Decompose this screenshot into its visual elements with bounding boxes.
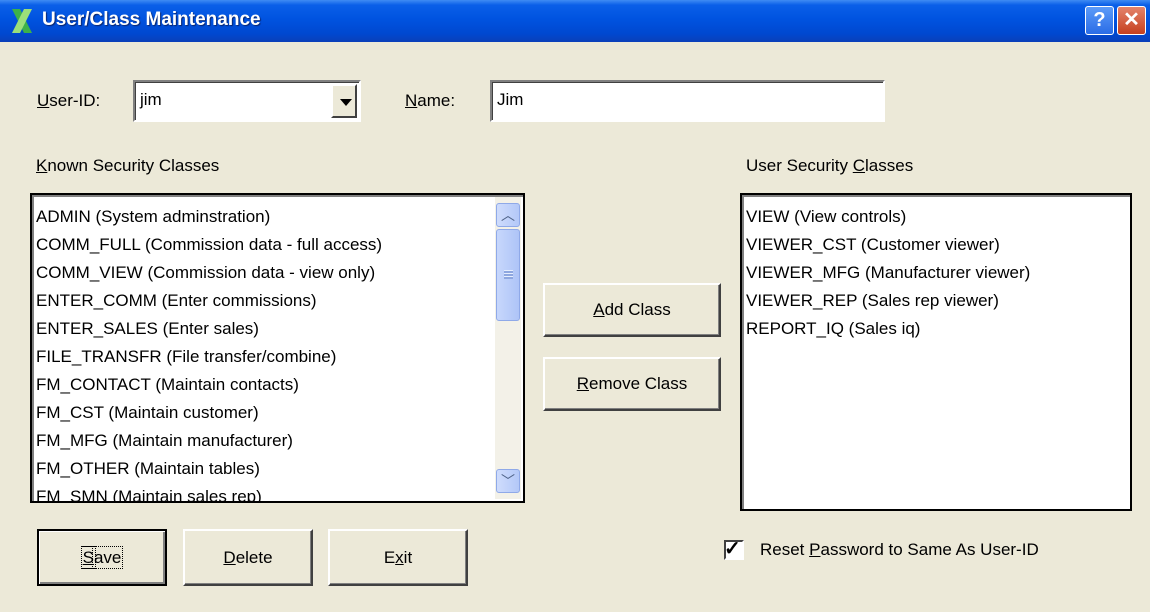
known-classes-list[interactable]: ADMIN (System adminstration) COMM_FULL (C…	[30, 193, 525, 503]
list-item[interactable]: VIEWER_CST (Customer viewer)	[746, 231, 1030, 259]
close-button[interactable]: ✕	[1117, 6, 1146, 35]
dropdown-button[interactable]	[331, 84, 357, 118]
remove-class-button[interactable]: Remove Class	[543, 357, 721, 411]
list-item[interactable]: FM_OTHER (Maintain tables)	[36, 455, 382, 483]
list-item[interactable]: VIEW (View controls)	[746, 203, 1030, 231]
user-id-value: jim	[140, 90, 162, 109]
exit-button[interactable]: Exit	[328, 529, 468, 586]
list-item[interactable]: COMM_FULL (Commission data - full access…	[36, 231, 382, 259]
delete-button[interactable]: Delete	[183, 529, 313, 586]
list-item[interactable]: COMM_VIEW (Commission data - view only)	[36, 259, 382, 287]
save-button[interactable]: Save	[37, 529, 167, 586]
name-field[interactable]: Jim	[490, 80, 885, 122]
user-classes-items: VIEW (View controls) VIEWER_CST (Customer…	[746, 203, 1030, 343]
list-item[interactable]: FM_SMN (Maintain sales rep)	[36, 483, 382, 501]
vertical-scrollbar[interactable]: ︿ ﹀	[495, 197, 521, 499]
grip-icon	[504, 270, 513, 279]
chevron-down-icon	[340, 99, 352, 106]
scroll-up-icon[interactable]: ︿	[496, 203, 520, 227]
list-item[interactable]: REPORT_IQ (Sales iq)	[746, 315, 1030, 343]
reset-password-label: Reset Password to Same As User-ID	[760, 540, 1039, 559]
name-value: Jim	[497, 90, 524, 109]
x-logo-icon	[12, 9, 32, 33]
scroll-thumb[interactable]	[496, 229, 520, 321]
list-item[interactable]: VIEWER_REP (Sales rep viewer)	[746, 287, 1030, 315]
list-item[interactable]: ADMIN (System adminstration)	[36, 203, 382, 231]
title-bar[interactable]: User/Class Maintenance ? ✕	[0, 0, 1150, 42]
help-button[interactable]: ?	[1085, 6, 1114, 35]
list-item[interactable]: ENTER_SALES (Enter sales)	[36, 315, 382, 343]
list-item[interactable]: VIEWER_MFG (Manufacturer viewer)	[746, 259, 1030, 287]
checkmark-icon: ✓	[724, 538, 741, 560]
list-item[interactable]: FM_MFG (Maintain manufacturer)	[36, 427, 382, 455]
list-item[interactable]: FM_CST (Maintain customer)	[36, 399, 382, 427]
user-classes-list[interactable]: VIEW (View controls) VIEWER_CST (Customer…	[740, 193, 1132, 511]
add-class-button[interactable]: Add Class	[543, 283, 721, 337]
known-classes-items: ADMIN (System adminstration) COMM_FULL (C…	[36, 203, 382, 501]
list-item[interactable]: FILE_TRANSFR (File transfer/combine)	[36, 343, 382, 371]
list-item[interactable]: FM_CONTACT (Maintain contacts)	[36, 371, 382, 399]
scroll-down-icon[interactable]: ﹀	[496, 469, 520, 493]
name-label: Name:	[405, 91, 456, 110]
user-id-label: User-ID:	[37, 91, 101, 110]
user-classes-label: User Security Classes	[746, 156, 914, 175]
user-id-combobox[interactable]: jim	[133, 80, 361, 122]
user-class-maintenance-window: User/Class Maintenance ? ✕ User-ID: jim …	[0, 0, 1150, 612]
list-item[interactable]: ENTER_COMM (Enter commissions)	[36, 287, 382, 315]
known-classes-label: Known Security Classes	[36, 156, 220, 175]
window-title: User/Class Maintenance	[42, 9, 261, 30]
reset-password-checkbox[interactable]: ✓	[724, 538, 744, 560]
